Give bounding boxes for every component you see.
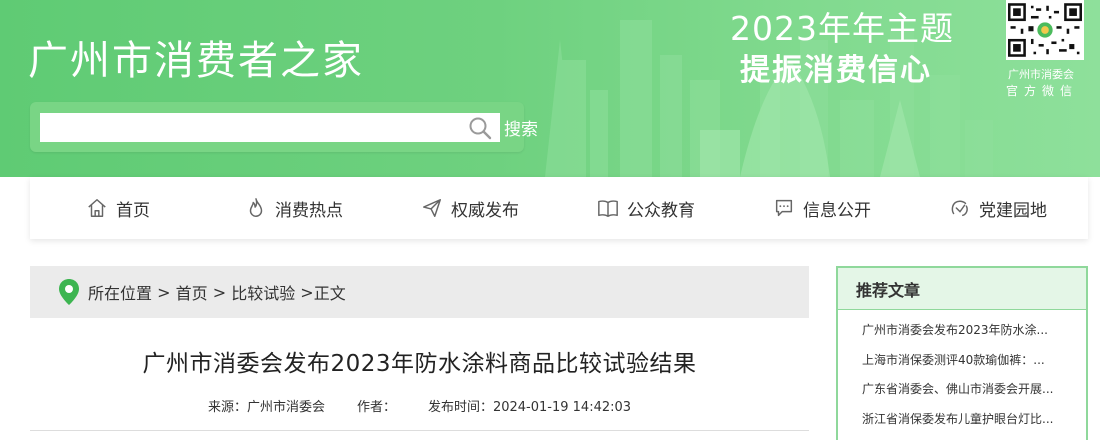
paper-plane-icon: [423, 199, 441, 217]
breadcrumb: 所在位置 > 首页 > 比较试验 > 正文: [30, 266, 809, 318]
site-title: 广州市消费者之家: [28, 38, 364, 84]
search-bar: 搜索: [30, 102, 538, 152]
nav-item-label: 党建园地: [979, 200, 1047, 221]
recommended-articles-heading: 推荐文章: [838, 268, 1086, 310]
nav-item-home[interactable]: 首页: [30, 177, 206, 239]
flame-icon: [249, 198, 263, 217]
breadcrumb-separator: >: [295, 282, 314, 302]
article-published-time: 发布时间：2024-01-19 14:42:03: [427, 400, 632, 415]
nav-item-education[interactable]: 公众教育: [558, 177, 734, 239]
recommended-articles-panel: 推荐文章 广州市消委会发布2023年防水涂... 上海市消保委测评40款瑜伽裤：…: [836, 266, 1088, 440]
recommended-articles-list: 广州市消委会发布2023年防水涂... 上海市消保委测评40款瑜伽裤：... 广…: [838, 310, 1086, 434]
recommended-article-link[interactable]: 广州市消委会发布2023年防水涂...: [862, 316, 1072, 346]
nav-item-label: 权威发布: [451, 200, 519, 221]
breadcrumb-section-link[interactable]: 比较试验: [231, 280, 295, 304]
search-button[interactable]: 搜索: [504, 113, 552, 142]
article-title: 广州市消委会发布2023年防水涂料商品比较试验结果: [142, 351, 697, 377]
breadcrumb-separator: >: [152, 282, 176, 302]
recommended-article-link[interactable]: 广东省消委会、佛山市消委会开展...: [862, 375, 1072, 405]
breadcrumb-separator: >: [207, 282, 232, 302]
nav-item-label: 首页: [116, 200, 150, 221]
article-meta: 来源：广州市消委会 作者： 发布时间：2024-01-19 14:42:03: [30, 396, 809, 415]
qr-code-icon: [1008, 3, 1082, 57]
nav-item-hotspots[interactable]: 消费热点: [206, 177, 382, 239]
nav-item-disclosure[interactable]: 信息公开: [734, 177, 910, 239]
search-input[interactable]: [40, 113, 500, 142]
qr-code-image: [1006, 0, 1084, 60]
recommended-article-link[interactable]: 上海市消保委测评40款瑜伽裤：...: [862, 346, 1072, 376]
nav-item-label: 消费热点: [275, 200, 343, 221]
recommended-article-link[interactable]: 浙江省消保委发布儿童护眼台灯比...: [862, 405, 1072, 435]
article-author: 作者：: [356, 400, 396, 415]
article-divider: [30, 430, 809, 431]
chat-bubble-icon: [775, 199, 793, 217]
main-nav: 首页 消费热点 权威发布 公众教育 信息公开 党建园地: [30, 177, 1088, 239]
nav-item-label: 公众教育: [627, 200, 695, 221]
party-badge-icon: [951, 200, 968, 217]
book-icon: [598, 200, 618, 217]
theme-slogan-text: 提振消费信心: [740, 53, 932, 88]
nav-item-party[interactable]: 党建园地: [910, 177, 1086, 239]
header-banner: 广州市消费者之家 搜索 2023年年主题 提振消费信心 广州市消委会 官方微信: [0, 0, 1100, 177]
location-pin-icon: [59, 279, 79, 305]
search-icon[interactable]: [467, 115, 493, 141]
article-source: 来源：广州市消委会: [207, 400, 325, 415]
qr-code-caption-line1: 广州市消委会: [1008, 68, 1074, 81]
nav-item-releases[interactable]: 权威发布: [382, 177, 558, 239]
breadcrumb-home-link[interactable]: 首页: [176, 280, 208, 304]
qr-code-caption-line2: 官方微信: [1006, 84, 1079, 98]
nav-item-label: 信息公开: [803, 200, 871, 221]
breadcrumb-current: 正文: [313, 284, 346, 303]
theme-year-text: 2023年年主题: [730, 9, 954, 48]
home-icon: [88, 199, 106, 217]
breadcrumb-prefix: 所在位置: [88, 284, 153, 303]
